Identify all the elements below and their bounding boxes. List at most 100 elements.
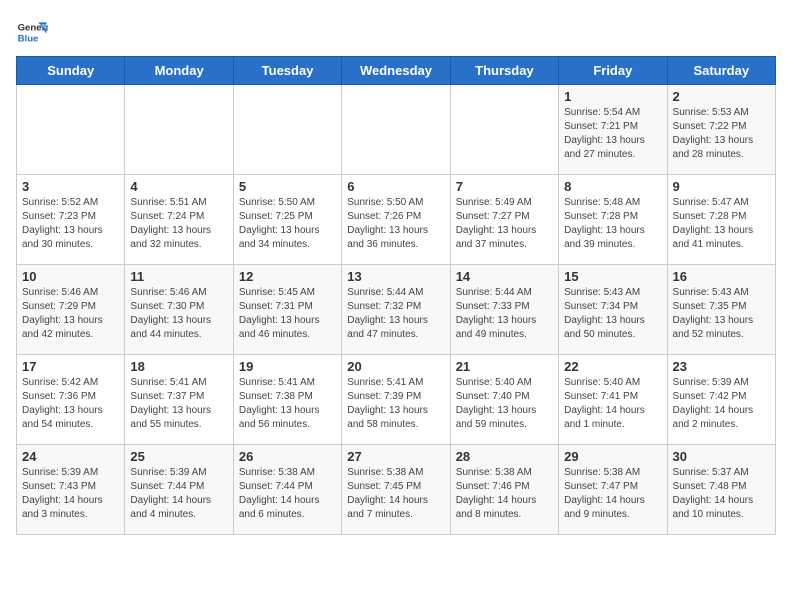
calendar-cell: 1Sunrise: 5:54 AM Sunset: 7:21 PM Daylig… — [559, 85, 667, 175]
day-info: Sunrise: 5:52 AM Sunset: 7:23 PM Dayligh… — [22, 196, 119, 252]
day-info: Sunrise: 5:41 AM Sunset: 7:37 PM Dayligh… — [130, 376, 227, 432]
day-number: 2 — [673, 89, 770, 104]
calendar-cell: 2 Sunrise: 5:53 AM Sunset: 7:22 PM Daylig… — [667, 85, 775, 175]
calendar-cell: 15 Sunrise: 5:43 AM Sunset: 7:34 PM Dayli… — [559, 265, 667, 355]
calendar-cell: 24 Sunrise: 5:39 AM Sunset: 7:43 PM Dayli… — [17, 445, 125, 535]
calendar-cell — [450, 85, 558, 175]
day-info: Sunrise: 5:50 AM Sunset: 7:26 PM Dayligh… — [347, 196, 444, 252]
calendar-cell — [233, 85, 341, 175]
day-number: 3 — [22, 179, 119, 194]
calendar-cell: 8 Sunrise: 5:48 AM Sunset: 7:28 PM Daylig… — [559, 175, 667, 265]
day-info: Sunrise: 5:38 AM Sunset: 7:46 PM Dayligh… — [456, 466, 553, 522]
calendar-cell — [342, 85, 450, 175]
day-number: 17 — [22, 359, 119, 374]
day-info: Sunrise: 5:43 AM Sunset: 7:35 PM Dayligh… — [673, 286, 770, 342]
calendar-cell: 14Sunrise: 5:44 AM Sunset: 7:33 PM Dayli… — [450, 265, 558, 355]
header: General Blue — [16, 16, 776, 48]
weekday-header-monday: Monday — [125, 57, 233, 85]
calendar-cell: 10 Sunrise: 5:46 AM Sunset: 7:29 PM Dayli… — [17, 265, 125, 355]
day-info: Sunrise: 5:43 AM Sunset: 7:34 PM Dayligh… — [564, 286, 661, 342]
day-number: 9 — [673, 179, 770, 194]
weekday-header-friday: Friday — [559, 57, 667, 85]
day-info: Sunrise: 5:54 AM Sunset: 7:21 PM Dayligh… — [564, 106, 661, 162]
day-info: Sunrise: 5:46 AM Sunset: 7:30 PM Dayligh… — [130, 286, 227, 342]
calendar-cell: 7 Sunrise: 5:49 AM Sunset: 7:27 PM Daylig… — [450, 175, 558, 265]
weekday-header-row: SundayMondayTuesdayWednesdayThursdayFrid… — [17, 57, 776, 85]
day-info: Sunrise: 5:41 AM Sunset: 7:39 PM Dayligh… — [347, 376, 444, 432]
day-number: 24 — [22, 449, 119, 464]
calendar-cell: 4 Sunrise: 5:51 AM Sunset: 7:24 PM Daylig… — [125, 175, 233, 265]
day-number: 28 — [456, 449, 553, 464]
day-number: 26 — [239, 449, 336, 464]
weekday-header-wednesday: Wednesday — [342, 57, 450, 85]
day-info: Sunrise: 5:46 AM Sunset: 7:29 PM Dayligh… — [22, 286, 119, 342]
day-number: 16 — [673, 269, 770, 284]
calendar-table: SundayMondayTuesdayWednesdayThursdayFrid… — [16, 56, 776, 535]
weekday-header-sunday: Sunday — [17, 57, 125, 85]
day-number: 10 — [22, 269, 119, 284]
day-info: Sunrise: 5:47 AM Sunset: 7:28 PM Dayligh… — [673, 196, 770, 252]
day-info: Sunrise: 5:37 AM Sunset: 7:48 PM Dayligh… — [673, 466, 770, 522]
day-number: 5 — [239, 179, 336, 194]
day-info: Sunrise: 5:53 AM Sunset: 7:22 PM Dayligh… — [673, 106, 770, 162]
day-info: Sunrise: 5:44 AM Sunset: 7:32 PM Dayligh… — [347, 286, 444, 342]
weekday-header-thursday: Thursday — [450, 57, 558, 85]
calendar-cell: 22 Sunrise: 5:40 AM Sunset: 7:41 PM Dayli… — [559, 355, 667, 445]
day-info: Sunrise: 5:38 AM Sunset: 7:44 PM Dayligh… — [239, 466, 336, 522]
day-info: Sunrise: 5:38 AM Sunset: 7:47 PM Dayligh… — [564, 466, 661, 522]
day-info: Sunrise: 5:41 AM Sunset: 7:38 PM Dayligh… — [239, 376, 336, 432]
day-number: 21 — [456, 359, 553, 374]
day-number: 23 — [673, 359, 770, 374]
calendar-cell: 12 Sunrise: 5:45 AM Sunset: 7:31 PM Dayli… — [233, 265, 341, 355]
calendar-cell: 17 Sunrise: 5:42 AM Sunset: 7:36 PM Dayli… — [17, 355, 125, 445]
day-number: 11 — [130, 269, 227, 284]
calendar-week-row: 17 Sunrise: 5:42 AM Sunset: 7:36 PM Dayli… — [17, 355, 776, 445]
day-number: 15 — [564, 269, 661, 284]
calendar-cell: 6 Sunrise: 5:50 AM Sunset: 7:26 PM Daylig… — [342, 175, 450, 265]
calendar-week-row: 10 Sunrise: 5:46 AM Sunset: 7:29 PM Dayli… — [17, 265, 776, 355]
day-number: 12 — [239, 269, 336, 284]
day-number: 20 — [347, 359, 444, 374]
calendar-cell: 20 Sunrise: 5:41 AM Sunset: 7:39 PM Dayli… — [342, 355, 450, 445]
calendar-cell: 30 Sunrise: 5:37 AM Sunset: 7:48 PM Dayli… — [667, 445, 775, 535]
calendar-cell: 23 Sunrise: 5:39 AM Sunset: 7:42 PM Dayli… — [667, 355, 775, 445]
day-info: Sunrise: 5:50 AM Sunset: 7:25 PM Dayligh… — [239, 196, 336, 252]
calendar-cell: 28 Sunrise: 5:38 AM Sunset: 7:46 PM Dayli… — [450, 445, 558, 535]
day-number: 25 — [130, 449, 227, 464]
calendar-cell: 27 Sunrise: 5:38 AM Sunset: 7:45 PM Dayli… — [342, 445, 450, 535]
calendar-cell: 18Sunrise: 5:41 AM Sunset: 7:37 PM Dayli… — [125, 355, 233, 445]
day-number: 29 — [564, 449, 661, 464]
logo: General Blue — [16, 16, 48, 48]
calendar-cell: 21Sunrise: 5:40 AM Sunset: 7:40 PM Dayli… — [450, 355, 558, 445]
day-info: Sunrise: 5:51 AM Sunset: 7:24 PM Dayligh… — [130, 196, 227, 252]
logo-icon: General Blue — [16, 16, 48, 48]
day-number: 6 — [347, 179, 444, 194]
day-info: Sunrise: 5:39 AM Sunset: 7:43 PM Dayligh… — [22, 466, 119, 522]
weekday-header-saturday: Saturday — [667, 57, 775, 85]
day-number: 30 — [673, 449, 770, 464]
day-number: 7 — [456, 179, 553, 194]
calendar-week-row: 1Sunrise: 5:54 AM Sunset: 7:21 PM Daylig… — [17, 85, 776, 175]
calendar-cell: 29 Sunrise: 5:38 AM Sunset: 7:47 PM Dayli… — [559, 445, 667, 535]
day-number: 22 — [564, 359, 661, 374]
day-number: 13 — [347, 269, 444, 284]
calendar-cell: 16 Sunrise: 5:43 AM Sunset: 7:35 PM Dayli… — [667, 265, 775, 355]
calendar-cell: 5 Sunrise: 5:50 AM Sunset: 7:25 PM Daylig… — [233, 175, 341, 265]
day-info: Sunrise: 5:39 AM Sunset: 7:42 PM Dayligh… — [673, 376, 770, 432]
day-info: Sunrise: 5:48 AM Sunset: 7:28 PM Dayligh… — [564, 196, 661, 252]
calendar-cell — [17, 85, 125, 175]
calendar-cell: 11 Sunrise: 5:46 AM Sunset: 7:30 PM Dayli… — [125, 265, 233, 355]
day-number: 27 — [347, 449, 444, 464]
day-info: Sunrise: 5:49 AM Sunset: 7:27 PM Dayligh… — [456, 196, 553, 252]
calendar-cell: 25Sunrise: 5:39 AM Sunset: 7:44 PM Dayli… — [125, 445, 233, 535]
svg-text:Blue: Blue — [18, 34, 39, 45]
day-number: 8 — [564, 179, 661, 194]
day-info: Sunrise: 5:40 AM Sunset: 7:41 PM Dayligh… — [564, 376, 661, 432]
day-info: Sunrise: 5:42 AM Sunset: 7:36 PM Dayligh… — [22, 376, 119, 432]
calendar-cell: 3 Sunrise: 5:52 AM Sunset: 7:23 PM Daylig… — [17, 175, 125, 265]
day-number: 4 — [130, 179, 227, 194]
day-info: Sunrise: 5:44 AM Sunset: 7:33 PM Dayligh… — [456, 286, 553, 342]
calendar-cell — [125, 85, 233, 175]
day-info: Sunrise: 5:38 AM Sunset: 7:45 PM Dayligh… — [347, 466, 444, 522]
day-info: Sunrise: 5:45 AM Sunset: 7:31 PM Dayligh… — [239, 286, 336, 342]
